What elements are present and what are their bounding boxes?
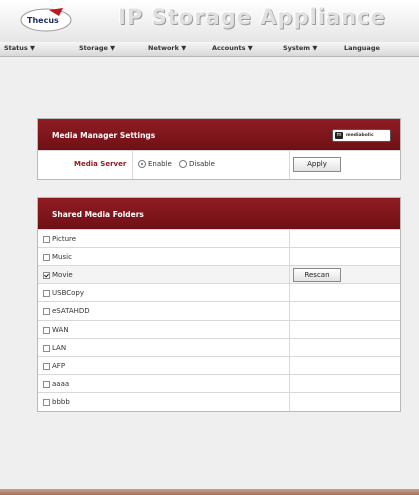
enable-label: Enable bbox=[148, 160, 172, 168]
folder-name: Music bbox=[52, 253, 72, 262]
mediabolic-logo-icon: m mediabolic bbox=[332, 129, 391, 142]
nav-network[interactable]: Network ▼ bbox=[148, 44, 186, 52]
app-header: Thecus IP Storage Appliance bbox=[0, 0, 419, 42]
thecus-logo-icon: Thecus bbox=[20, 8, 72, 32]
folder-name: AFP bbox=[52, 361, 66, 370]
folder-name: LAN bbox=[52, 343, 67, 352]
folder-checkbox[interactable] bbox=[43, 380, 50, 388]
folder-row: Picture bbox=[38, 229, 400, 249]
folder-row: LAN bbox=[38, 337, 400, 357]
folder-checkbox[interactable] bbox=[43, 398, 50, 406]
nav-status[interactable]: Status ▼ bbox=[4, 44, 35, 52]
folder-name: Picture bbox=[52, 235, 77, 243]
folder-name: WAN bbox=[52, 325, 69, 334]
shared-folders-header: Shared Media Folders bbox=[38, 198, 400, 229]
folder-row: AFP bbox=[38, 355, 400, 375]
folder-row: USBCopy bbox=[38, 283, 400, 303]
media-manager-panel: Media Manager Settings m mediabolic Medi… bbox=[37, 118, 401, 180]
folder-checkbox[interactable] bbox=[43, 272, 50, 280]
folder-row: eSATAHDD bbox=[38, 301, 400, 321]
folder-checkbox[interactable] bbox=[43, 344, 50, 352]
folder-checkbox[interactable] bbox=[43, 236, 50, 243]
nav-system[interactable]: System ▼ bbox=[283, 44, 317, 52]
folder-row: WAN bbox=[38, 319, 400, 339]
folder-name: Movie bbox=[52, 271, 73, 280]
media-manager-header: Media Manager Settings m mediabolic bbox=[38, 119, 400, 150]
disable-radio[interactable] bbox=[179, 160, 187, 168]
folder-row: aaaa bbox=[38, 373, 400, 393]
enable-radio[interactable] bbox=[138, 160, 146, 168]
shared-folders-title: Shared Media Folders bbox=[52, 210, 144, 219]
folder-checkbox[interactable] bbox=[43, 308, 50, 316]
apply-button[interactable]: Apply bbox=[293, 157, 341, 172]
disable-label: Disable bbox=[189, 160, 215, 168]
shared-folders-panel: Shared Media Folders Picture Music Movie Re… bbox=[37, 197, 401, 412]
folder-row: bbbb bbox=[38, 391, 400, 411]
nav-accounts[interactable]: Accounts ▼ bbox=[212, 44, 253, 52]
mediabolic-logo-text: mediabolic bbox=[346, 133, 374, 138]
folder-name: eSATAHDD bbox=[52, 307, 90, 316]
main-nav: Status ▼ Storage ▼ Network ▼ Accounts ▼ … bbox=[0, 42, 419, 57]
folder-checkbox[interactable] bbox=[43, 254, 50, 262]
nav-storage[interactable]: Storage ▼ bbox=[79, 44, 115, 52]
folder-name: bbbb bbox=[52, 397, 70, 406]
folder-checkbox[interactable] bbox=[43, 362, 50, 370]
media-server-label: Media Server bbox=[74, 160, 127, 168]
media-server-row: Media Server Enable Disable Apply bbox=[38, 150, 400, 179]
folder-checkbox[interactable] bbox=[43, 326, 50, 334]
folder-name: aaaa bbox=[52, 379, 70, 388]
folder-row: Music bbox=[38, 247, 400, 267]
folder-row: Movie Rescan bbox=[38, 265, 400, 285]
folder-name: USBCopy bbox=[52, 289, 85, 298]
rescan-button[interactable]: Rescan bbox=[293, 268, 341, 283]
nav-language[interactable]: Language bbox=[344, 44, 380, 52]
folder-checkbox[interactable] bbox=[43, 290, 50, 298]
media-manager-title: Media Manager Settings bbox=[52, 131, 156, 140]
brand-name: Thecus bbox=[27, 16, 59, 25]
footer-bar bbox=[0, 489, 419, 495]
app-title: IP Storage Appliance bbox=[118, 5, 386, 29]
